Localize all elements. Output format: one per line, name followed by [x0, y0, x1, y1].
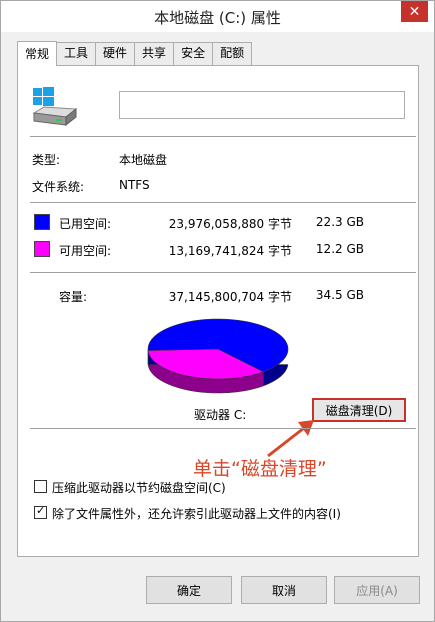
disk-cleanup-label: 磁盘清理(D) [325, 403, 393, 418]
compress-checkbox-label: 压缩此驱动器以节约磁盘空间(C) [52, 481, 226, 495]
tab-tools[interactable]: 工具 [56, 42, 97, 65]
close-button[interactable]: ✕ [401, 1, 428, 22]
usage-pie-chart [143, 311, 293, 401]
general-panel: 类型: 本地磁盘 文件系统: NTFS 已用空间: 23,976,058,880… [17, 65, 419, 557]
tab-strip: 常规 工具 硬件 共享 安全 配额 [17, 41, 253, 66]
tab-sharing[interactable]: 共享 [134, 42, 175, 65]
filesystem-value: NTFS [119, 178, 150, 192]
index-checkbox[interactable]: ✓ [34, 504, 47, 519]
divider [30, 272, 416, 273]
close-icon: ✕ [408, 3, 421, 19]
drive-name-input[interactable] [119, 91, 405, 119]
ok-button-label: 确定 [176, 583, 201, 598]
window-title: 本地磁盘 (C:) 属性 [154, 9, 281, 27]
cancel-button[interactable]: 取消 [241, 576, 327, 604]
apply-button[interactable]: 应用(A) [334, 576, 420, 604]
divider [30, 428, 416, 429]
apply-button-label: 应用(A) [356, 583, 398, 598]
ok-button[interactable]: 确定 [146, 576, 232, 604]
filesystem-label: 文件系统: [32, 180, 85, 194]
tab-hardware[interactable]: 硬件 [95, 42, 136, 65]
free-space-swatch [34, 241, 50, 257]
divider [30, 202, 416, 203]
used-space-bytes: 23,976,058,880 字节 [168, 217, 292, 231]
free-space-size: 12.2 GB [315, 242, 364, 256]
cancel-button-label: 取消 [271, 583, 296, 598]
hard-drive-icon [32, 87, 78, 127]
type-value: 本地磁盘 [119, 153, 168, 167]
tab-security[interactable]: 安全 [173, 42, 214, 65]
type-label: 类型: [32, 153, 61, 167]
used-space-swatch [34, 214, 50, 230]
tab-quota[interactable]: 配额 [212, 42, 253, 65]
used-space-size: 22.3 GB [315, 215, 364, 229]
free-space-label: 可用空间: [59, 244, 112, 258]
drive-letter-label: 驱动器 C: [194, 408, 247, 422]
index-checkbox-label: 除了文件属性外，还允许索引此驱动器上文件的内容(I) [52, 507, 341, 521]
capacity-bytes: 37,145,800,704 字节 [168, 290, 292, 304]
capacity-label: 容量: [59, 290, 88, 304]
used-space-label: 已用空间: [59, 217, 112, 231]
free-space-bytes: 13,169,741,824 字节 [168, 244, 292, 258]
pie-svg [147, 318, 289, 394]
compress-checkbox[interactable] [34, 480, 47, 493]
title-bar: 本地磁盘 (C:) 属性 ✕ [1, 1, 434, 32]
properties-dialog: 本地磁盘 (C:) 属性 ✕ 常规 工具 硬件 共享 安全 配额 类型: 本地磁… [0, 0, 435, 622]
checkmark-icon: ✓ [36, 504, 46, 517]
divider [30, 136, 416, 137]
annotation-text: 单击“磁盘清理” [193, 458, 327, 480]
capacity-size: 34.5 GB [315, 288, 364, 302]
tab-general[interactable]: 常规 [17, 41, 58, 66]
disk-cleanup-button[interactable]: 磁盘清理(D) [312, 398, 406, 422]
